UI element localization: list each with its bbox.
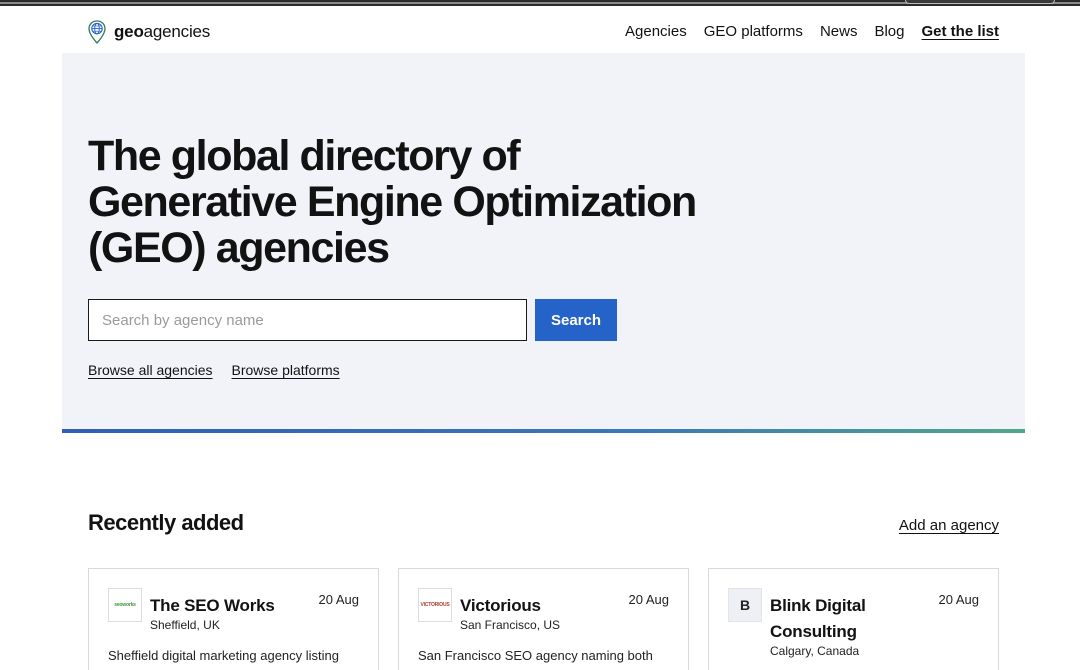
search-row: Search bbox=[88, 299, 617, 341]
agency-description: Sheffield digital marketing agency listi… bbox=[108, 648, 340, 663]
agency-date: 20 Aug bbox=[628, 592, 670, 607]
agency-date: 20 Aug bbox=[938, 592, 980, 607]
agency-logo-letter: B bbox=[728, 588, 762, 622]
hero-accent-bar bbox=[62, 429, 1025, 433]
agency-date: 20 Aug bbox=[318, 592, 360, 607]
search-button[interactable]: Search bbox=[535, 299, 617, 341]
agency-location: Sheffield, UK bbox=[150, 618, 220, 632]
recently-added-heading: Recently added bbox=[88, 510, 244, 535]
hero-section: The global directory of Generative Engin… bbox=[62, 53, 1025, 433]
agency-location: Calgary, Canada bbox=[770, 644, 860, 658]
nav-link-news[interactable]: News bbox=[820, 23, 858, 40]
agency-name[interactable]: Victorious bbox=[460, 593, 610, 619]
logo-text-bold: geo bbox=[114, 22, 144, 41]
agency-search-input[interactable] bbox=[88, 299, 527, 341]
logo-text: geoagencies bbox=[114, 22, 210, 42]
agency-description: San Francisco SEO agency naming both bbox=[418, 648, 653, 663]
nav-link-agencies[interactable]: Agencies bbox=[625, 23, 687, 40]
agency-logo: seoworks bbox=[108, 588, 142, 622]
agency-card[interactable]: VICTORIOUS Victorious 20 Aug San Francis… bbox=[398, 568, 689, 670]
browse-links: Browse all agencies Browse platforms bbox=[88, 362, 340, 378]
browse-all-agencies-link[interactable]: Browse all agencies bbox=[88, 362, 213, 378]
globe-pin-icon bbox=[88, 20, 106, 44]
browse-platforms-link[interactable]: Browse platforms bbox=[232, 362, 340, 378]
nav-link-blog[interactable]: Blog bbox=[874, 23, 904, 40]
logo-text-rest: agencies bbox=[143, 22, 211, 41]
add-agency-link[interactable]: Add an agency bbox=[899, 517, 999, 534]
site-header: geoagencies Agencies GEO platforms News … bbox=[62, 8, 1025, 53]
agency-name[interactable]: Blink Digital Consulting bbox=[770, 593, 920, 645]
main-nav: Agencies GEO platforms News Blog Get the… bbox=[625, 23, 999, 40]
site-logo[interactable]: geoagencies bbox=[88, 20, 210, 44]
agency-location: San Francisco, US bbox=[460, 618, 561, 632]
agency-card[interactable]: B Blink Digital Consulting 20 Aug Calgar… bbox=[708, 568, 999, 670]
agency-card[interactable]: seoworks The SEO Works 20 Aug Sheffield,… bbox=[88, 568, 379, 670]
address-bar-edge[interactable] bbox=[905, 0, 1055, 4]
hero-title: The global directory of Generative Engin… bbox=[88, 132, 697, 272]
nav-link-geo-platforms[interactable]: GEO platforms bbox=[704, 23, 803, 40]
get-the-list-link[interactable]: Get the list bbox=[921, 23, 999, 40]
agency-logo: VICTORIOUS bbox=[418, 588, 452, 622]
browser-top-strip bbox=[0, 0, 1080, 8]
agency-name[interactable]: The SEO Works bbox=[150, 593, 300, 619]
